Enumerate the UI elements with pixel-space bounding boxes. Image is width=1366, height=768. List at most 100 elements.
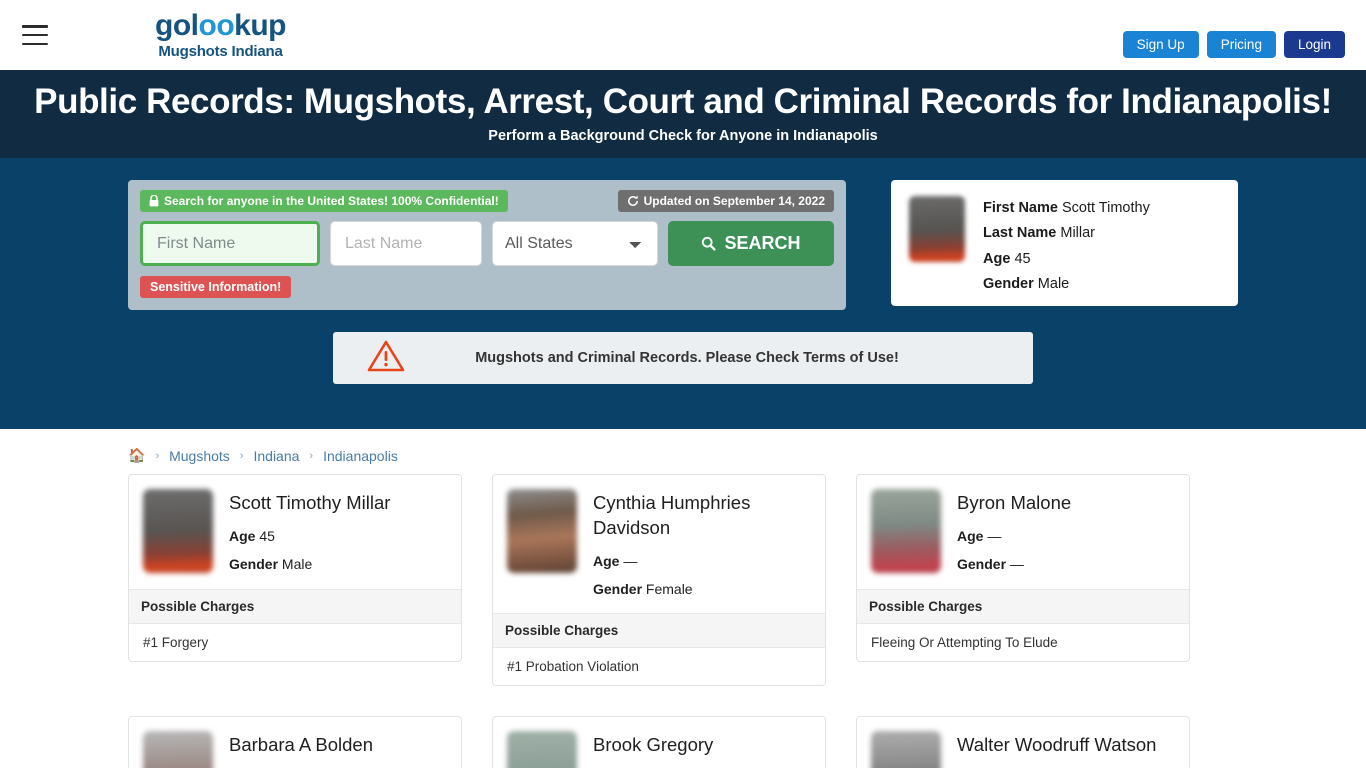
result-info: Cynthia Humphries Davidson Age — Gender Fe… xyxy=(593,489,811,597)
site-logo[interactable]: golookup Mugshots Indiana xyxy=(155,9,286,60)
result-age-value: 45 xyxy=(259,528,275,545)
login-button[interactable]: Login xyxy=(1283,31,1345,58)
result-card-header: Cynthia Humphries Davidson Age — Gender Fe… xyxy=(493,475,825,613)
result-card-header: Byron Malone Age — Gender — xyxy=(857,475,1189,589)
hamburger-bar xyxy=(22,33,48,37)
confidential-badge-text: Search for anyone in the United States! … xyxy=(164,194,499,209)
charge-item: Fleeing Or Attempting To Elude xyxy=(871,635,1058,651)
breadcrumb-item-mugshots[interactable]: Mugshots xyxy=(169,448,230,464)
result-name[interactable]: Byron Malone xyxy=(957,491,1071,516)
featured-last-name-label: Last Name xyxy=(983,225,1057,242)
refresh-icon xyxy=(627,195,638,207)
home-icon[interactable]: 🏠 xyxy=(128,447,145,464)
last-name-input[interactable] xyxy=(330,221,482,267)
featured-profile-avatar xyxy=(909,196,965,263)
result-card-header: Walter Woodruff Watson xyxy=(857,717,1189,768)
sign-up-button[interactable]: Sign Up xyxy=(1122,31,1199,58)
result-gender-label: Gender xyxy=(229,556,279,573)
first-name-input[interactable] xyxy=(140,221,320,267)
search-panel: Search for anyone in the United States! … xyxy=(128,180,846,311)
possible-charges-header: Possible Charges xyxy=(129,589,461,625)
logo-part-1: gol xyxy=(155,9,199,42)
result-card-header: Brook Gregory xyxy=(493,717,825,768)
result-age: Age — xyxy=(957,528,1071,544)
result-gender-label: Gender xyxy=(957,556,1007,573)
result-name[interactable]: Scott Timothy Millar xyxy=(229,491,390,516)
state-select[interactable]: All States xyxy=(492,221,658,267)
featured-profile-details: First Name Scott Timothy Last Name Milla… xyxy=(983,196,1150,297)
possible-charges-header: Possible Charges xyxy=(493,613,825,649)
result-name[interactable]: Walter Woodruff Watson xyxy=(957,733,1156,758)
result-card[interactable]: Scott Timothy Millar Age 45 Gender Male Pos… xyxy=(128,474,462,663)
logo-part-highlight: oo xyxy=(198,9,235,42)
result-name[interactable]: Cynthia Humphries Davidson xyxy=(593,491,811,541)
result-gender-label: Gender xyxy=(593,581,643,598)
sensitive-information-badge: Sensitive Information! xyxy=(140,276,292,299)
magnifier-icon xyxy=(702,237,717,252)
result-gender-value: — xyxy=(1009,556,1024,573)
result-card[interactable]: Cynthia Humphries Davidson Age — Gender Fe… xyxy=(492,474,826,687)
logo-tagline: Mugshots Indiana xyxy=(158,43,283,60)
featured-gender-row: Gender Male xyxy=(983,272,1150,297)
featured-gender-label: Gender xyxy=(983,275,1034,292)
breadcrumb-separator: › xyxy=(239,449,244,462)
result-name[interactable]: Brook Gregory xyxy=(593,733,713,758)
result-card[interactable]: Walter Woodruff Watson xyxy=(856,716,1190,768)
breadcrumb-item-indianapolis[interactable]: Indianapolis xyxy=(323,448,398,464)
result-info: Brook Gregory xyxy=(593,731,713,768)
result-gender: Gender Female xyxy=(593,581,811,597)
confidential-badge: Search for anyone in the United States! … xyxy=(140,190,508,213)
result-age: Age — xyxy=(593,553,811,569)
charge-item: #1 Probation Violation xyxy=(507,659,639,675)
featured-first-name-label: First Name xyxy=(983,200,1058,217)
featured-last-name-value: Millar xyxy=(1060,225,1096,242)
hero-section: Search for anyone in the United States! … xyxy=(0,158,1366,430)
featured-age-value: 45 xyxy=(1014,250,1031,267)
page-title: Public Records: Mugshots, Arrest, Court … xyxy=(34,82,1332,121)
result-card-header: Barbara A Bolden xyxy=(129,717,461,768)
lock-icon xyxy=(149,195,159,207)
result-mugshot-thumbnail xyxy=(871,731,941,768)
breadcrumb-item-indiana[interactable]: Indiana xyxy=(253,448,299,464)
result-card-header: Scott Timothy Millar Age 45 Gender Male xyxy=(129,475,461,589)
result-age-label: Age xyxy=(593,553,620,570)
warning-triangle-icon xyxy=(367,339,407,378)
result-card[interactable]: Brook Gregory xyxy=(492,716,826,768)
result-card[interactable]: Barbara A Bolden xyxy=(128,716,462,768)
hamburger-menu-icon[interactable] xyxy=(22,25,48,45)
featured-first-name-row: First Name Scott Timothy xyxy=(983,196,1150,221)
result-age-label: Age xyxy=(229,528,256,545)
featured-age-row: Age 45 xyxy=(983,247,1150,272)
result-name[interactable]: Barbara A Bolden xyxy=(229,733,373,758)
logo-part-2: kup xyxy=(234,9,286,42)
result-gender-value: Male xyxy=(281,556,313,573)
result-age-label: Age xyxy=(957,528,984,545)
result-gender-value: Female xyxy=(645,581,693,598)
featured-first-name-value: Scott Timothy xyxy=(1061,200,1150,217)
terms-warning-banner: Mugshots and Criminal Records. Please Ch… xyxy=(333,332,1033,385)
terms-warning-text: Mugshots and Criminal Records. Please Ch… xyxy=(475,350,899,367)
result-age-value: — xyxy=(623,553,638,570)
result-card[interactable]: Byron Malone Age — Gender — Possible Charge… xyxy=(856,474,1190,663)
result-info: Scott Timothy Millar Age 45 Gender Male xyxy=(229,489,390,573)
results-grid: Scott Timothy Millar Age 45 Gender Male Pos… xyxy=(128,474,1238,768)
result-gender: Gender Male xyxy=(229,556,390,572)
result-mugshot-thumbnail xyxy=(871,489,941,574)
result-mugshot-thumbnail xyxy=(507,731,577,768)
page-title-banner: Public Records: Mugshots, Arrest, Court … xyxy=(0,70,1366,159)
featured-profile-card[interactable]: First Name Scott Timothy Last Name Milla… xyxy=(891,180,1238,307)
hamburger-bar xyxy=(22,25,48,28)
result-info: Byron Malone Age — Gender — xyxy=(957,489,1071,573)
result-mugshot-thumbnail xyxy=(143,489,213,574)
featured-gender-value: Male xyxy=(1037,275,1070,292)
page-subtitle: Perform a Background Check for Anyone in… xyxy=(488,128,878,145)
pricing-button[interactable]: Pricing xyxy=(1206,31,1276,58)
search-button[interactable]: SEARCH xyxy=(668,221,834,267)
hamburger-bar xyxy=(22,42,48,45)
result-mugshot-thumbnail xyxy=(143,731,213,768)
possible-charges-header: Possible Charges xyxy=(857,589,1189,625)
result-age: Age 45 xyxy=(229,528,390,544)
result-info: Barbara A Bolden xyxy=(229,731,373,768)
search-panel-header: Search for anyone in the United States! … xyxy=(140,190,834,213)
result-gender: Gender — xyxy=(957,556,1071,572)
